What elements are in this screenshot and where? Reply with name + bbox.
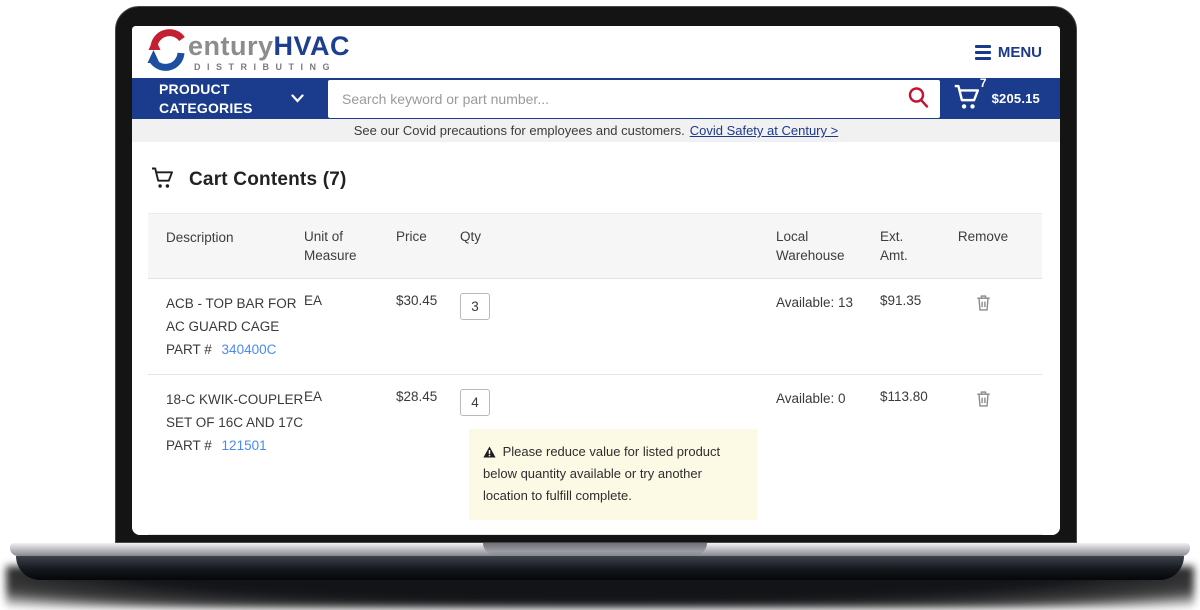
part-label: PART # [166, 341, 212, 357]
item-availability: Available: 0 [776, 390, 846, 406]
cart-total: $205.15 [991, 91, 1040, 107]
menu-button[interactable]: MENU [974, 43, 1042, 61]
search-icon [906, 87, 930, 112]
company-logo: entury HVAC DISTRIBUTING [144, 26, 350, 79]
product-categories-dropdown[interactable]: PRODUCT CATEGORIES [159, 80, 304, 118]
logo-text: entury HVAC DISTRIBUTING [188, 30, 351, 72]
item-qty-cell: Please reduce value for listed product b… [460, 388, 776, 522]
hamburger-icon [974, 44, 991, 60]
item-ext-amt: $113.80 [880, 388, 928, 404]
item-description: 18-C KWIK-COUPLER SET OF 16C AND 17C [166, 391, 304, 430]
cart-icon: 7 [953, 76, 987, 114]
item-uom: EA [304, 292, 323, 308]
cart-page: Cart Contents (7) Description Unit of Me… [132, 141, 1060, 535]
item-price: $28.45 [396, 388, 438, 404]
laptop-base-notch [483, 543, 707, 555]
item-qty-cell [460, 292, 776, 362]
item-description: ACB - TOP BAR FOR AC GUARD CAGE [166, 295, 297, 334]
product-categories-label: PRODUCT CATEGORIES [159, 80, 253, 116]
search-box [328, 79, 940, 118]
part-number-link[interactable]: 121501 [222, 438, 267, 453]
search-button[interactable] [902, 84, 934, 114]
chevron-down-icon [291, 91, 304, 106]
trash-icon [975, 295, 992, 315]
cart-contents-icon [150, 166, 177, 195]
col-header-warehouse: Local Warehouse [776, 228, 845, 264]
item-description-cell: 18-C KWIK-COUPLER SET OF 16C AND 17C PAR… [148, 389, 304, 522]
logo-arrows-icon [144, 26, 190, 79]
site-header: entury HVAC DISTRIBUTING MENU [132, 26, 1060, 78]
table-row: ACB - TOP BAR FOR AC GUARD CAGE PART # 3… [148, 279, 1042, 375]
col-header-qty: Qty [460, 228, 482, 244]
item-description-cell: ACB - TOP BAR FOR AC GUARD CAGE PART # 3… [148, 293, 304, 362]
col-header-uom: Unit of Measure [304, 228, 357, 264]
qty-input[interactable] [460, 388, 490, 416]
item-remove-cell [950, 389, 1016, 522]
remove-item-button[interactable] [975, 294, 992, 315]
item-remove-cell [950, 293, 1016, 362]
item-availability: Available: 13 [776, 294, 854, 310]
browser-screen: entury HVAC DISTRIBUTING MENU PRODUCT CA… [132, 26, 1060, 535]
laptop-bezel: entury HVAC DISTRIBUTING MENU PRODUCT CA… [115, 6, 1077, 543]
col-header-remove: Remove [957, 228, 1009, 244]
covid-banner: See our Covid precautions for employees … [132, 119, 1060, 142]
cart-table: Description Unit of Measure Price Qty Lo… [148, 212, 1042, 535]
laptop-base-body [16, 556, 1184, 580]
search-input[interactable] [328, 79, 940, 118]
col-header-ext-amt: Ext. Amt. [880, 228, 908, 264]
warning-text: Please reduce value for listed product b… [483, 443, 721, 503]
qty-input[interactable] [460, 292, 490, 320]
logo-tagline: DISTRIBUTING [194, 61, 336, 72]
item-uom: EA [304, 388, 323, 404]
covid-safety-link[interactable]: Covid Safety at Century > [690, 123, 839, 138]
remove-item-button[interactable] [975, 390, 992, 411]
cart-count-badge: 7 [979, 76, 987, 91]
item-price: $30.45 [396, 292, 438, 308]
quantity-warning: Please reduce value for listed product b… [469, 428, 757, 520]
logo-century-text: entury [188, 30, 274, 61]
laptop-mockup: entury HVAC DISTRIBUTING MENU PRODUCT CA… [0, 0, 1200, 610]
warning-icon [483, 444, 503, 459]
menu-label: MENU [997, 43, 1042, 61]
trash-icon [975, 391, 992, 411]
cart-button[interactable]: 7 $205.15 [953, 76, 1042, 114]
cart-table-header: Description Unit of Measure Price Qty Lo… [148, 212, 1042, 279]
primary-nav: PRODUCT CATEGORIES Search keyword or par… [132, 76, 1060, 120]
col-header-description: Description [166, 229, 234, 245]
part-label: PART # [166, 437, 212, 453]
logo-hvac-text: HVAC [273, 30, 351, 61]
item-ext-amt: $91.35 [880, 292, 922, 308]
table-row: 18-C KWIK-COUPLER SET OF 16C AND 17C PAR… [148, 375, 1042, 535]
covid-banner-text: See our Covid precautions for employees … [353, 123, 685, 138]
col-header-price: Price [396, 228, 427, 244]
part-number-link[interactable]: 340400C [222, 342, 277, 357]
page-title: Cart Contents (7) [189, 169, 347, 191]
cart-heading: Cart Contents (7) [150, 166, 1044, 195]
